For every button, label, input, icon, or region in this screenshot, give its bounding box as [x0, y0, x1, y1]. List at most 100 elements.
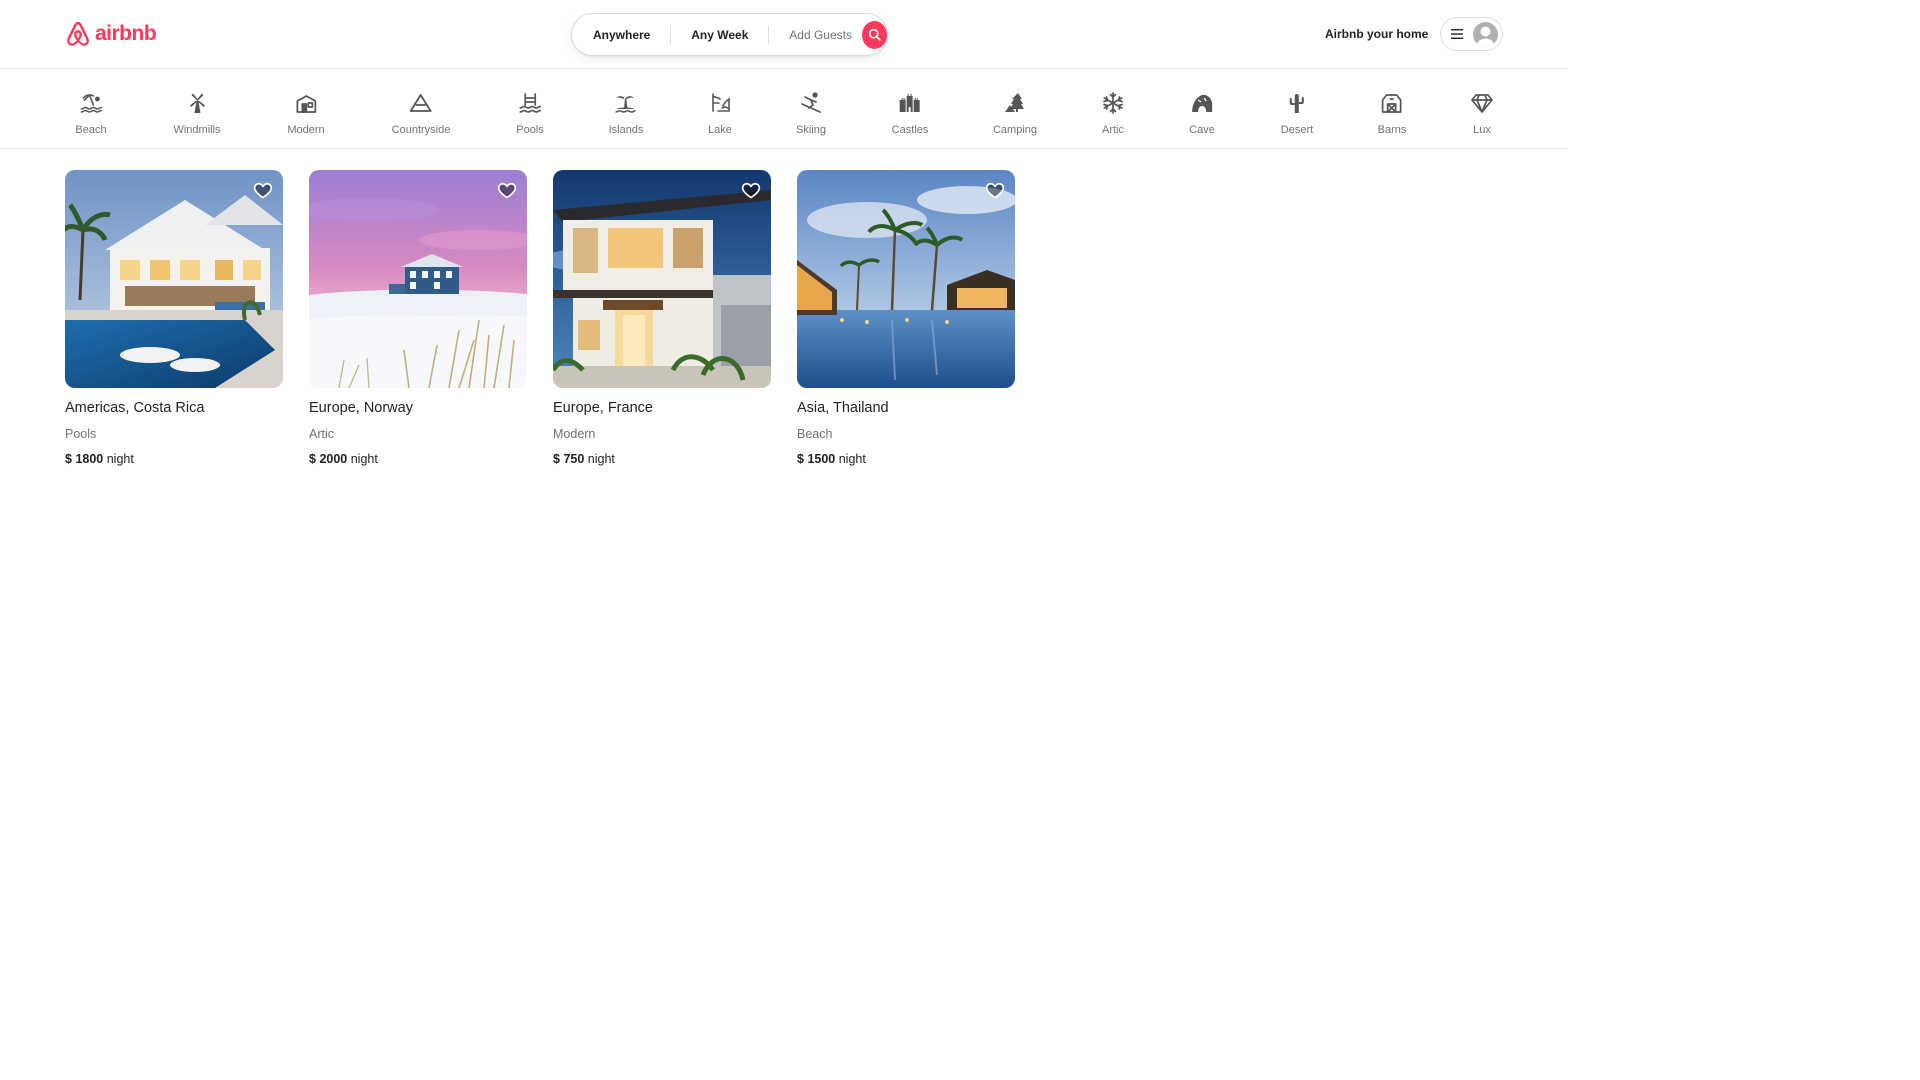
category-label: Beach — [75, 124, 107, 136]
listing-card[interactable]: Asia, Thailand Beach $ 1500 night — [797, 170, 1015, 467]
skiing-icon — [801, 92, 821, 113]
category-lake[interactable]: Lake — [708, 91, 732, 137]
listing-category: Beach — [797, 427, 833, 441]
listing-price: $ 2000 night — [309, 451, 527, 467]
airbnb-logo[interactable]: airbnb — [65, 20, 157, 48]
price-amount: 1800 — [75, 452, 104, 466]
category-desert[interactable]: Desert — [1281, 91, 1313, 137]
category-beach[interactable]: Beach — [75, 91, 107, 137]
category-label: Modern — [287, 124, 325, 136]
host-link[interactable]: Airbnb your home — [1318, 24, 1435, 44]
barn-icon — [1382, 94, 1402, 113]
windmill-icon — [189, 93, 205, 113]
diamond-icon — [1471, 94, 1493, 113]
listing-price: $ 1800 night — [65, 451, 283, 467]
price-currency: $ — [309, 452, 316, 466]
castle-icon — [900, 94, 920, 112]
category-label: Pools — [516, 124, 544, 136]
category-lux[interactable]: Lux — [1470, 91, 1494, 137]
camping-icon — [1005, 93, 1024, 112]
category-countryside[interactable]: Countryside — [391, 91, 451, 137]
pool-icon — [519, 93, 541, 113]
search-button[interactable] — [861, 20, 887, 49]
listing-location: Europe, France — [553, 400, 653, 416]
category-pools[interactable]: Pools — [516, 91, 544, 137]
price-currency: $ — [797, 452, 804, 466]
listing-category: Pools — [65, 427, 97, 441]
user-menu-button[interactable] — [1440, 17, 1503, 51]
snowflake-icon — [1103, 92, 1123, 114]
brand-name: airbnb — [95, 22, 157, 45]
listing-location: Europe, Norway — [309, 400, 413, 416]
modern-house-icon — [296, 95, 316, 113]
listing-category: Modern — [553, 427, 596, 441]
listing-location: Americas, Costa Rica — [65, 400, 205, 416]
listing-price: $ 1500 night — [797, 451, 1015, 467]
mountain-icon — [410, 94, 432, 112]
category-barns[interactable]: Barns — [1377, 91, 1407, 137]
category-windmills[interactable]: Windmills — [173, 91, 221, 137]
cave-icon — [1192, 94, 1212, 112]
category-label: Countryside — [391, 124, 451, 136]
listing-photo[interactable] — [553, 170, 771, 388]
listing-photo-image — [797, 170, 1015, 388]
price-amount: 750 — [563, 452, 585, 466]
search-week[interactable]: Any Week — [671, 25, 768, 45]
listing-photo[interactable] — [309, 170, 527, 388]
price-amount: 2000 — [319, 452, 348, 466]
listing-location: Asia, Thailand — [797, 400, 889, 416]
category-modern[interactable]: Modern — [287, 91, 325, 137]
category-camping[interactable]: Camping — [993, 91, 1037, 137]
listing-photo-image — [65, 170, 283, 388]
category-bar: Beach Windmills Modern Countryside Pools — [0, 69, 1568, 149]
heart-icon[interactable] — [985, 180, 1005, 200]
search-bar[interactable]: Anywhere Any Week Add Guests — [571, 13, 888, 56]
category-label: Desert — [1280, 124, 1314, 136]
category-label: Camping — [992, 124, 1038, 136]
price-unit: night — [838, 452, 866, 466]
heart-icon[interactable] — [253, 180, 273, 200]
listing-card[interactable]: Europe, Norway Artic $ 2000 night — [309, 170, 527, 467]
user-avatar-icon — [1473, 21, 1498, 47]
search-icon — [868, 28, 881, 41]
category-label: Barns — [1377, 124, 1407, 136]
price-amount: 1500 — [807, 452, 836, 466]
price-unit: night — [106, 452, 134, 466]
listing-price: $ 750 night — [553, 451, 771, 467]
listing-card[interactable]: Americas, Costa Rica Pools $ 1800 night — [65, 170, 283, 467]
search-location[interactable]: Anywhere — [572, 25, 670, 45]
beach-icon — [80, 94, 102, 113]
island-icon — [615, 96, 637, 113]
category-artic[interactable]: Artic — [1101, 91, 1125, 137]
category-label: Castles — [891, 124, 929, 136]
category-label: Lux — [1473, 124, 1491, 136]
airbnb-logo-icon — [67, 21, 89, 46]
category-islands[interactable]: Islands — [608, 91, 644, 137]
top-navbar: airbnb Anywhere Any Week Add Guests Airb… — [0, 0, 1568, 69]
price-currency: $ — [65, 452, 72, 466]
lake-icon — [712, 93, 730, 112]
cactus-icon — [1290, 94, 1304, 113]
listing-photo-image — [553, 170, 771, 388]
category-label: Windmills — [173, 124, 221, 136]
price-unit: night — [350, 452, 378, 466]
listing-photo[interactable] — [65, 170, 283, 388]
category-label: Skiing — [796, 124, 826, 136]
listing-card[interactable]: Europe, France Modern $ 750 night — [553, 170, 771, 467]
category-label: Cave — [1189, 124, 1215, 136]
listing-photo-image — [309, 170, 527, 388]
listing-photo[interactable] — [797, 170, 1015, 388]
category-castles[interactable]: Castles — [891, 91, 929, 137]
listing-category: Artic — [309, 427, 334, 441]
category-label: Artic — [1102, 124, 1124, 136]
price-unit: night — [587, 452, 615, 466]
price-currency: $ — [553, 452, 560, 466]
hamburger-icon — [1451, 29, 1463, 39]
category-label: Islands — [608, 124, 644, 136]
search-guests[interactable]: Add Guests — [769, 25, 862, 45]
heart-icon[interactable] — [497, 180, 517, 200]
heart-icon[interactable] — [741, 180, 761, 200]
category-skiing[interactable]: Skiing — [796, 91, 826, 137]
category-label: Lake — [708, 124, 732, 136]
category-cave[interactable]: Cave — [1189, 91, 1215, 137]
